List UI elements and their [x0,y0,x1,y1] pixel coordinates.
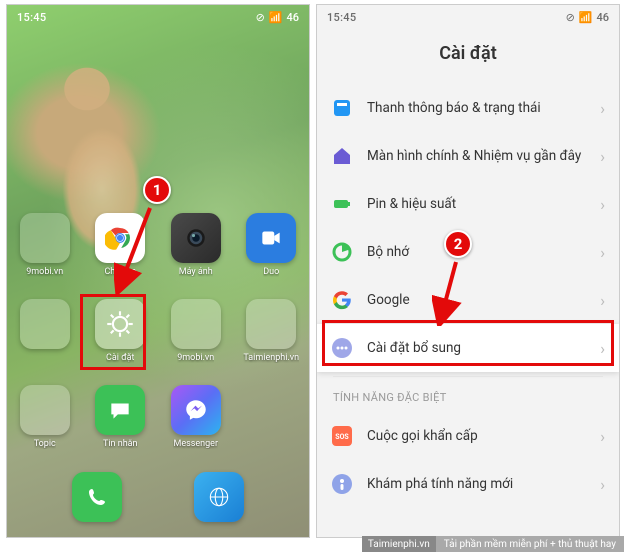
chevron-right-icon: › [600,195,605,214]
messenger-icon [171,385,221,435]
step-badge-2: 2 [444,230,472,258]
footer-brand: Taimienphi.vn [362,536,436,552]
camera-icon [171,213,221,263]
row-emergency-call[interactable]: SOS Cuộc gọi khẩn cấp › [317,412,619,460]
chevron-right-icon: › [600,475,605,494]
app-messages[interactable]: Tin nhắn [89,385,151,471]
chrome-icon [95,213,145,263]
chevron-right-icon: › [600,291,605,310]
dock-browser[interactable] [188,472,250,522]
section-header-special: TÍNH NĂNG ĐẶC BIỆT [317,377,619,412]
row-discover-features[interactable]: Khám phá tính năng mới › [317,460,619,508]
page-title: Cài đặt [317,29,619,84]
chevron-right-icon: › [600,147,605,166]
more-icon [331,337,353,359]
dock [7,467,309,527]
dock-phone[interactable] [66,472,128,522]
chevron-right-icon: › [600,339,605,358]
battery-text: 46 [286,11,299,24]
discover-icon [331,473,353,495]
status-time: 15:45 [17,11,46,24]
home-grid: 9mobi.vn Chrome Máy ảnh Duo [7,213,309,465]
footer-slogan: Tải phần mềm miễn phí + thủ thuật hay [436,539,624,550]
app-messenger[interactable]: Messenger [165,385,227,471]
watermark-footer: Taimienphi.vn Tải phần mềm miễn phí + th… [362,536,624,552]
do-not-disturb-icon: ⊘ [566,11,575,24]
app-taimienphi[interactable]: Taimienphi.vn [240,299,302,385]
app-topic[interactable]: Topic [14,385,76,471]
duo-icon [246,213,296,263]
notification-icon [331,97,353,119]
folder-icon [20,385,70,435]
row-notification-bar[interactable]: Thanh thông báo & trạng thái › [317,84,619,132]
phone-settings-screen: 15:45 ⊘ 📶 46 Cài đặt Thanh thông báo & t… [316,4,620,538]
signal-icon: 📶 [579,11,593,24]
row-home-recent[interactable]: Màn hình chính & Nhiệm vụ gần đây › [317,132,619,180]
folder-icon [171,299,221,349]
folder-icon [20,299,70,349]
app-folder-colors[interactable] [14,299,76,385]
status-bar: 15:45 ⊘ 📶 46 [7,5,309,29]
step-badge-1: 1 [143,176,171,204]
app-duo[interactable]: Duo [240,213,302,299]
row-additional-settings[interactable]: Cài đặt bổ sung › [317,324,619,372]
chevron-right-icon: › [600,427,605,446]
home-icon [331,145,353,167]
app-9mobi[interactable]: 9mobi.vn [14,213,76,299]
app-settings[interactable]: Cài đặt [89,299,151,385]
folder-icon [20,213,70,263]
battery-text: 46 [596,11,609,24]
app-chrome[interactable]: Chrome [89,213,151,299]
chevron-right-icon: › [600,99,605,118]
phone-home-screen: 15:45 ⊘ 📶 46 9mobi.vn Chrome Máy ảnh [6,4,310,538]
row-battery[interactable]: Pin & hiệu suất › [317,180,619,228]
sos-icon: SOS [331,425,353,447]
messages-icon [95,385,145,435]
globe-icon [194,472,244,522]
status-time: 15:45 [327,11,356,24]
signal-icon: 📶 [269,11,283,24]
chevron-right-icon: › [600,243,605,262]
gear-icon [95,299,145,349]
phone-icon [72,472,122,522]
google-icon [331,289,353,311]
svg-text:SOS: SOS [335,433,349,441]
status-bar: 15:45 ⊘ 📶 46 [317,5,619,29]
folder-icon [246,299,296,349]
storage-icon [331,241,353,263]
do-not-disturb-icon: ⊘ [256,11,265,24]
app-camera[interactable]: Máy ảnh [165,213,227,299]
battery-icon [331,193,353,215]
row-google[interactable]: Google › [317,276,619,324]
app-9mobi-2[interactable]: 9mobi.vn [165,299,227,385]
